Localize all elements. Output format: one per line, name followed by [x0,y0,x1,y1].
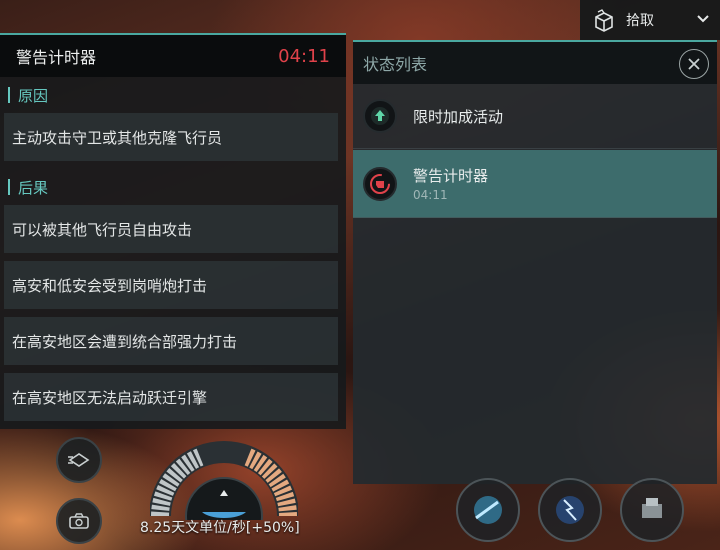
warning-timer-value: 04:11 [278,45,330,67]
autopilot-button[interactable] [56,437,102,483]
laser-turret-icon [474,496,502,524]
section-heading-label: 后果 [18,178,49,197]
module-slot[interactable] [620,478,684,542]
speed-readout: 8.25天文单位/秒[+50%] [140,520,300,536]
fist-icon [363,166,397,201]
section-heading-label: 原因 [18,86,49,105]
camera-button[interactable] [56,498,102,544]
electric-turret-icon [556,496,584,524]
warning-timer-panel: 警告计时器 04:11 原因 主动攻击守卫或其他克隆飞行员 后果 可以被其他飞行… [0,33,346,429]
status-row-warning-timer[interactable]: 警告计时器 04:11 [353,150,717,218]
status-row-text: 警告计时器 04:11 [413,165,488,202]
pickup-label: 拾取 [626,13,654,29]
chevron-down-icon[interactable] [696,12,710,26]
close-icon [688,58,700,70]
section-marker [8,87,10,103]
close-button[interactable] [679,49,709,79]
open-box-icon [595,9,613,32]
consequence-item: 在高安地区会遭到统合部强力打击 [4,317,338,365]
status-list-panel: 状态列表 限时加成活动 警告计时器 04:11 [353,40,717,484]
warning-panel-header: 警告计时器 04:11 [0,35,346,77]
status-row-timer: 04:11 [413,188,448,202]
consequence-item: 高安和低安会受到岗哨炮打击 [4,261,338,309]
status-row-title: 限时加成活动 [413,107,504,126]
status-panel-title: 状态列表 [363,55,428,74]
section-heading-consequence: 后果 [0,169,346,205]
warning-panel-title: 警告计时器 [16,48,97,67]
speed-gauge[interactable] [150,430,298,520]
consequence-item: 可以被其他飞行员自由攻击 [4,205,338,253]
module-slot[interactable] [456,478,520,542]
status-row-title: 警告计时器 [413,167,489,185]
section-heading-cause: 原因 [0,77,346,113]
module-slot[interactable] [538,478,602,542]
cause-item: 主动攻击守卫或其他克隆飞行员 [4,113,338,161]
status-panel-header: 状态列表 [353,42,717,84]
camera-icon [69,513,89,529]
section-marker [8,179,10,195]
up-arrow-icon [363,99,397,133]
ship-speed-icon [68,453,90,467]
consequence-item: 在高安地区无法启动跃迁引擎 [4,373,338,421]
status-row-bonus-event[interactable]: 限时加成活动 [353,84,717,149]
missile-launcher-icon [642,498,662,518]
pickup-button[interactable]: 拾取 [580,0,720,40]
